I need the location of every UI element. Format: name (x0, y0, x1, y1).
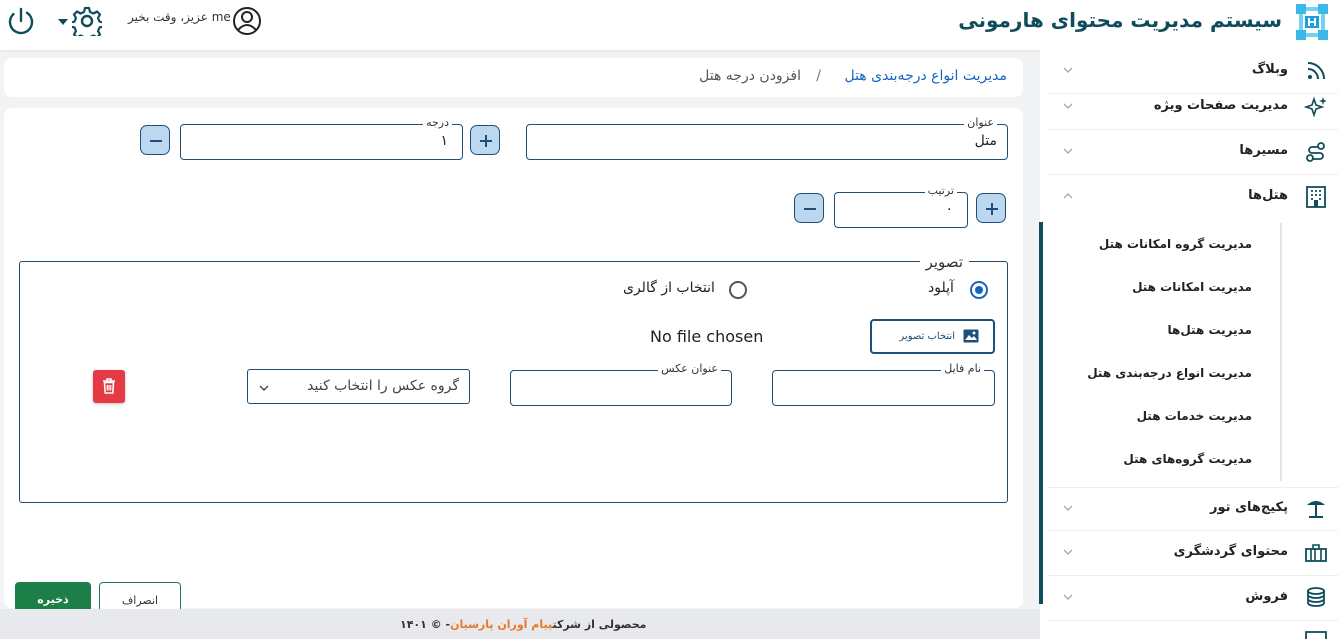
upload-radio-label: آپلود (928, 280, 954, 296)
luggage-icon (1305, 544, 1327, 562)
upload-radio[interactable] (970, 281, 988, 299)
caret-down-icon (58, 19, 68, 25)
order-label: ترتیب (924, 184, 957, 198)
title-field[interactable]: عنوان متل (526, 116, 1008, 160)
sidebar-item-label: فروش (1245, 589, 1288, 604)
order-field[interactable]: ترتیب ۰ (834, 184, 968, 228)
order-value: ۰ (945, 201, 953, 217)
chevron-down-icon (259, 385, 269, 391)
top-bar: سیستم مدیریت محتوای هارمونی me عزیز، وقت… (0, 0, 1338, 50)
user-avatar-icon[interactable] (232, 6, 262, 36)
hotel-submenu: مدیریت گروه امکانات هتل مدیریت امکانات ه… (1048, 223, 1338, 483)
chevron-down-icon (1063, 103, 1073, 109)
beach-umbrella-icon (1307, 501, 1325, 518)
gallery-radio[interactable] (729, 281, 747, 299)
choose-image-button[interactable]: انتخاب تصویر (870, 319, 995, 354)
submenu-line (1280, 223, 1282, 481)
sidebar-item-label: وبلاگ (1251, 62, 1288, 77)
chevron-down-icon (1063, 505, 1073, 511)
grade-increment-button[interactable] (470, 125, 500, 155)
plus-icon (480, 135, 492, 147)
chevron-down-icon (1063, 148, 1073, 154)
grade-decrement-button[interactable] (140, 125, 170, 155)
sidebar-item-tour-packages[interactable]: پکیج‌های تور (1048, 487, 1338, 531)
gear-icon (72, 6, 102, 36)
minus-icon (804, 208, 816, 210)
delete-button[interactable] (93, 370, 125, 403)
sidebar-item-sales[interactable]: فروش (1048, 577, 1338, 621)
image-icon (963, 329, 979, 343)
breadcrumb-current: افزودن درجه هتل (699, 68, 801, 84)
minus-icon (150, 140, 162, 142)
sidebar-item-label: محتوای گردشگری (1173, 544, 1288, 559)
submenu-item-hotel-grades[interactable]: مدیریت انواع درجه‌بندی هتل (1087, 366, 1252, 380)
sidebar-item-label: مدیریت صفحات ویژه (1153, 98, 1288, 113)
sidebar-item-hotels[interactable]: هتل‌ها (1048, 176, 1338, 220)
greeting-text: me عزیز، وقت بخیر (128, 10, 231, 24)
sidebar-item-label: هتل‌ها (1248, 188, 1288, 203)
submenu-item-hotels[interactable]: مدیریت هتل‌ها (1168, 323, 1252, 337)
chevron-down-icon (1063, 594, 1073, 600)
grade-value: ۱ (440, 133, 448, 149)
breadcrumb-separator: / (816, 68, 821, 84)
choose-image-label: انتخاب تصویر (899, 331, 955, 342)
photo-group-placeholder: گروه عکس را انتخاب کنید (307, 378, 459, 394)
chevron-up-icon (1063, 193, 1073, 199)
image-title-label: عنوان عکس (658, 362, 721, 376)
app-title: سیستم مدیریت محتوای هارمونی (958, 8, 1282, 32)
sidebar-active-accent (1039, 222, 1043, 604)
submenu-item-facilities[interactable]: مدیریت امکانات هتل (1132, 280, 1252, 294)
harmony-logo (1290, 0, 1334, 44)
submenu-item-hotel-services[interactable]: مدیریت خدمات هتل (1137, 409, 1252, 423)
file-name-field[interactable]: نام فایل (772, 362, 995, 406)
sidebar-item-routes[interactable]: مسیرها (1048, 131, 1338, 175)
rss-icon (1307, 62, 1325, 80)
order-increment-button[interactable] (976, 193, 1006, 223)
sparkles-icon (1304, 96, 1327, 118)
no-file-text: No file chosen (650, 327, 764, 346)
sidebar-item-label: پکیج‌های تور (1210, 500, 1288, 515)
chevron-down-icon (1063, 67, 1073, 73)
grade-label: درجه (423, 116, 452, 130)
image-title-field[interactable]: عنوان عکس (510, 362, 732, 406)
sidebar-item-label: مسیرها (1239, 143, 1288, 158)
footer: محصولی از شرکتپیام آوران پارسیان- © ۱۴۰۱ (0, 609, 1040, 639)
settings-menu[interactable] (58, 5, 106, 37)
footer-company: پیام آوران پارسیان (450, 618, 553, 631)
building-icon (1306, 186, 1326, 208)
order-decrement-button[interactable] (794, 193, 824, 223)
title-label: عنوان (964, 116, 997, 130)
cancel-button[interactable]: انصراف (99, 582, 181, 612)
gallery-radio-label: انتخاب از گالری (623, 280, 715, 296)
breadcrumb: مدیریت انواع درجه‌بندی هتل / افزودن درجه… (4, 58, 1023, 97)
coins-icon (1307, 587, 1325, 607)
submenu-item-hotel-groups[interactable]: مدیریت گروه‌های هتل (1123, 452, 1252, 466)
breadcrumb-parent-link[interactable]: مدیریت انواع درجه‌بندی هتل (844, 68, 1007, 84)
route-icon (1306, 142, 1325, 162)
footer-prefix: محصولی از شرکت (552, 618, 647, 631)
chevron-down-icon (1063, 549, 1073, 555)
photo-group-select[interactable]: گروه عکس را انتخاب کنید (247, 369, 470, 404)
power-icon[interactable] (6, 6, 36, 36)
file-name-label: نام فایل (941, 362, 984, 376)
sidebar-item-special-pages[interactable]: مدیریت صفحات ویژه (1048, 86, 1338, 130)
list-icon (1305, 631, 1327, 639)
title-value: متل (974, 133, 997, 149)
sidebar-item-tourism-content[interactable]: محتوای گردشگری (1048, 532, 1338, 576)
image-legend: تصویر (919, 253, 969, 271)
save-button[interactable]: ذخیره (15, 582, 91, 612)
grade-field[interactable]: درجه ۱ (180, 116, 463, 160)
footer-credit: محصولی از شرکتپیام آوران پارسیان- © ۱۴۰۱ (400, 618, 647, 631)
footer-suffix: - © ۱۴۰۱ (400, 618, 451, 631)
trash-icon (103, 378, 115, 394)
submenu-item-facility-groups[interactable]: مدیریت گروه امکانات هتل (1099, 237, 1252, 251)
plus-icon (986, 203, 998, 215)
sidebar: وبلاگ مدیریت صفحات ویژه مسیرها هتل‌ها مد… (1040, 50, 1338, 639)
